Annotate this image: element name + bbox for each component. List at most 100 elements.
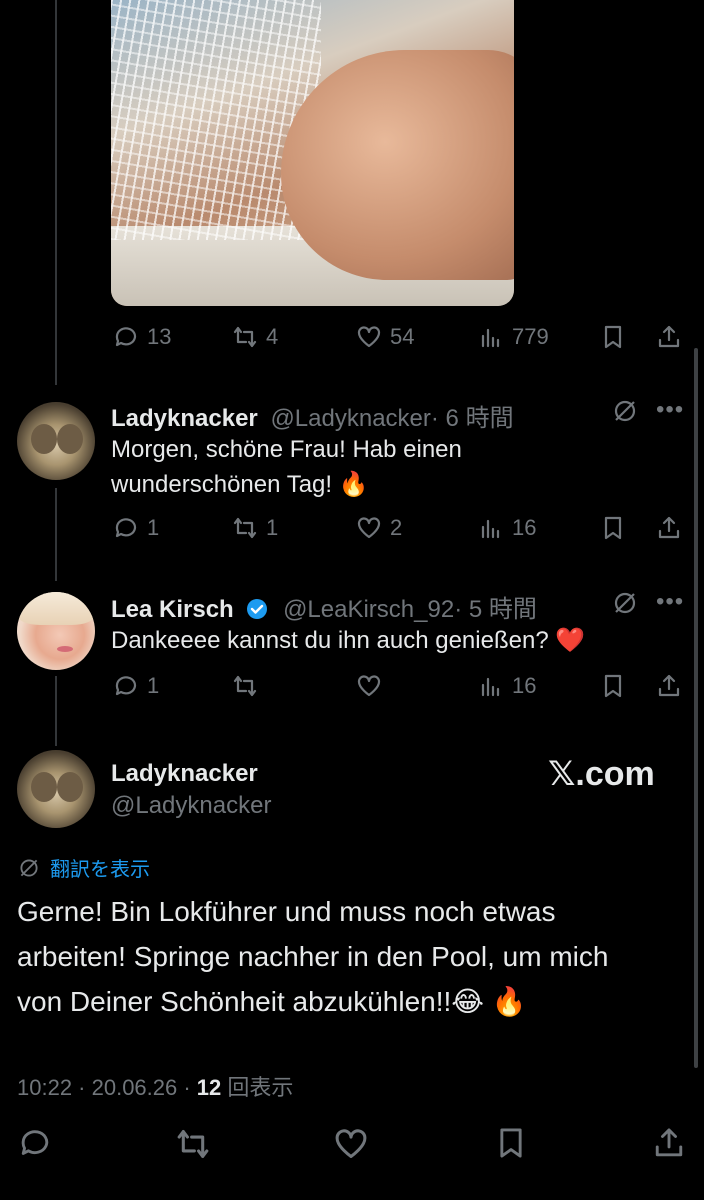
repost-icon <box>233 517 257 539</box>
share-button[interactable] <box>652 1126 686 1160</box>
reply-icon <box>115 327 137 347</box>
avatar-hair <box>17 592 95 625</box>
repost-icon <box>233 326 257 348</box>
main-actions <box>0 1126 704 1162</box>
reply-icon <box>115 518 137 538</box>
main-timestamp[interactable]: 10:22 · 20.06.26 · <box>17 1075 197 1100</box>
more-icon: ••• <box>656 588 685 615</box>
reply2-text: Dankeeee kannst du ihn auch genießen? ❤️ <box>111 627 586 654</box>
main-name[interactable]: Ladyknacker <box>111 760 258 788</box>
reply-button[interactable]: 1 <box>113 515 159 541</box>
like-count: 54 <box>390 324 415 349</box>
dog-ear-right <box>57 424 83 454</box>
views-count: 16 <box>512 673 537 698</box>
reply2-handle[interactable]: @LeaKirsch_92 <box>283 596 454 623</box>
main-text-line2: arbeiten! Springe nachher in den Pool, u… <box>17 941 609 972</box>
share-icon <box>658 516 680 539</box>
reply-button[interactable]: 13 <box>113 324 171 350</box>
dog-ear-right <box>57 772 83 802</box>
bookmark-button[interactable] <box>494 1126 528 1160</box>
main-views-label: 回表示 <box>221 1075 294 1100</box>
reply-count: 1 <box>147 515 160 540</box>
bookmark-icon <box>500 1128 522 1158</box>
heart-icon <box>335 1129 367 1158</box>
avatar-ladyknacker-main[interactable] <box>17 750 95 828</box>
grok-icon <box>614 592 636 614</box>
repost-button[interactable]: 1 <box>232 515 278 541</box>
post1-actions: 13 4 54 779 <box>0 324 704 354</box>
avatar-ladyknacker[interactable] <box>17 402 95 480</box>
share-button[interactable] <box>656 324 682 350</box>
heart-icon <box>357 675 381 697</box>
reply1-handle[interactable]: @Ladyknacker <box>270 405 430 432</box>
heart-icon <box>357 326 381 348</box>
share-icon <box>658 674 680 697</box>
like-button[interactable]: 2 <box>356 515 402 541</box>
share-button[interactable] <box>656 673 682 699</box>
share-button[interactable] <box>656 515 682 541</box>
like-button[interactable] <box>333 1126 369 1162</box>
main-meta: 10:22 · 20.06.26 · 12 回表示 <box>17 1070 293 1102</box>
post-media-image[interactable] <box>111 0 514 306</box>
scrollbar[interactable] <box>694 348 698 1068</box>
views-count: 16 <box>512 515 537 540</box>
main-text-line1: Gerne! Bin Lokführer und muss noch etwas <box>17 896 556 927</box>
reply-count: 13 <box>147 324 172 349</box>
reply2-more-button[interactable]: ••• <box>656 588 684 616</box>
reply-icon <box>21 1130 49 1155</box>
like-count: 2 <box>390 515 403 540</box>
reply1-text: Morgen, schöne Frau! Hab einen wundersch… <box>111 432 462 502</box>
bookmark-icon <box>604 674 622 698</box>
bookmark-button[interactable] <box>600 673 626 699</box>
reply-button[interactable] <box>18 1126 52 1160</box>
main-handle[interactable]: @Ladyknacker <box>111 792 271 820</box>
main-text: Gerne! Bin Lokführer und muss noch etwas… <box>17 889 608 1024</box>
translate-link[interactable]: 翻訳を表示 <box>18 853 150 882</box>
translate-label: 翻訳を表示 <box>50 859 150 881</box>
views-button[interactable]: 16 <box>478 673 536 699</box>
like-button[interactable] <box>356 673 382 699</box>
verified-badge-icon <box>247 599 268 619</box>
repost-count: 4 <box>266 324 279 349</box>
bookmark-button[interactable] <box>600 515 626 541</box>
repost-button[interactable] <box>175 1126 211 1162</box>
reply1-name[interactable]: Ladyknacker <box>111 405 258 432</box>
reply1-more-button[interactable]: ••• <box>656 396 684 424</box>
reply1-actions: 1 1 2 16 <box>0 515 704 545</box>
main-views-count: 12 <box>196 1075 222 1100</box>
reply1-text-line2: wunderschönen Tag! 🔥 <box>111 471 369 498</box>
bookmark-icon <box>604 325 622 349</box>
reply2-actions: 1 16 <box>0 673 704 703</box>
reply1-time: · 6 時間 <box>430 405 514 432</box>
repost-icon <box>177 1130 209 1158</box>
views-icon <box>481 328 500 348</box>
bookmark-icon <box>604 516 622 540</box>
share-icon <box>658 325 680 348</box>
dog-ear-left <box>31 424 57 454</box>
reply1-translate-icon-wrap[interactable] <box>612 398 638 429</box>
reply2-time: · 5 時間 <box>454 596 537 623</box>
reply2-header: Lea Kirsch @LeaKirsch_92· 5 時間 <box>111 589 611 624</box>
reply2-translate-icon-wrap[interactable] <box>612 590 638 621</box>
views-count: 779 <box>512 324 549 349</box>
views-icon <box>481 519 500 539</box>
dog-ear-left <box>31 772 57 802</box>
repost-count: 1 <box>266 515 279 540</box>
translate-icon <box>20 858 38 877</box>
reply2-name[interactable]: Lea Kirsch <box>111 596 234 623</box>
heart-icon <box>357 517 381 539</box>
views-button[interactable]: 779 <box>478 324 549 350</box>
repost-icon <box>233 675 257 697</box>
reply-count: 1 <box>147 673 160 698</box>
reply-button[interactable]: 1 <box>113 673 159 699</box>
avatar-lips <box>57 646 73 652</box>
repost-button[interactable]: 4 <box>232 324 278 350</box>
main-text-line3: von Deiner Schönheit abzukühlen!!😂 🔥 <box>17 986 527 1017</box>
reply1-header: Ladyknacker @Ladyknacker· 6 時間 <box>111 398 611 433</box>
share-icon <box>655 1128 683 1157</box>
views-button[interactable]: 16 <box>478 515 536 541</box>
bookmark-button[interactable] <box>600 324 626 350</box>
like-button[interactable]: 54 <box>356 324 414 350</box>
avatar-lea-kirsch[interactable] <box>17 592 95 670</box>
repost-button[interactable] <box>232 673 258 699</box>
